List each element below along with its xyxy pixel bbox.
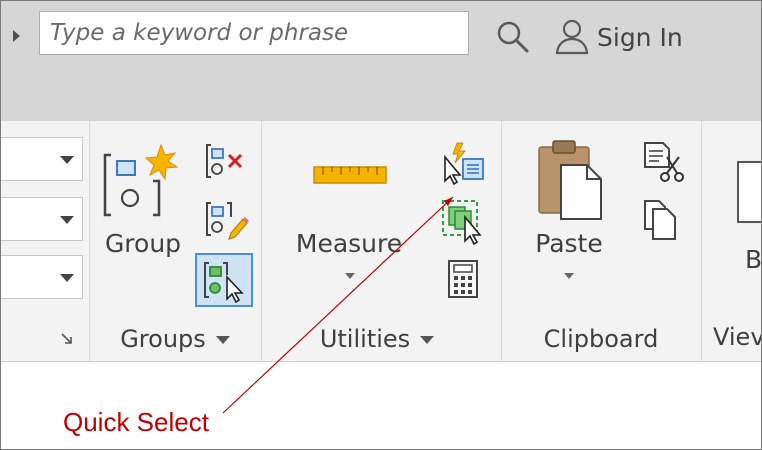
calculator-icon[interactable]	[447, 259, 481, 299]
user-icon	[555, 19, 589, 55]
panel-separator	[701, 121, 702, 361]
ungroup-icon[interactable]	[205, 141, 247, 183]
paste-button-label: Paste	[535, 229, 603, 258]
dialog-launcher-icon[interactable]	[59, 331, 75, 347]
sign-in-button[interactable]: Sign In	[555, 15, 683, 59]
groups-panel-label-text: Groups	[120, 325, 206, 353]
view-button-partial[interactable]	[737, 161, 761, 223]
title-bar: Sign In	[1, 1, 761, 121]
panel-separator	[261, 121, 262, 361]
group-select-icon	[204, 262, 244, 303]
clipboard-paste-icon	[538, 140, 602, 220]
chevron-down-icon	[60, 156, 74, 164]
panel-separator	[501, 121, 502, 361]
sign-in-label: Sign In	[597, 22, 683, 52]
group-button-label: Group	[104, 229, 182, 258]
search-input[interactable]	[39, 11, 469, 55]
group-select-button[interactable]	[195, 253, 253, 307]
utilities-panel-label[interactable]: Utilities	[297, 323, 457, 355]
property-dropdown-3[interactable]	[1, 255, 83, 299]
cut-icon[interactable]	[641, 141, 685, 183]
view-button-label-partial: B	[745, 245, 762, 274]
property-dropdown-1[interactable]	[1, 137, 83, 181]
paste-button[interactable]: Paste	[527, 137, 611, 287]
group-create-icon	[103, 143, 179, 217]
utilities-panel-label-text: Utilities	[319, 325, 411, 353]
panel-separator	[89, 121, 90, 361]
ribbon-divider	[1, 361, 761, 362]
quick-select-icon[interactable]	[441, 141, 487, 185]
copy-icon[interactable]	[643, 199, 679, 241]
app-window: Sign In Group	[0, 0, 762, 450]
chevron-down-icon	[564, 273, 574, 279]
search-icon[interactable]	[495, 19, 531, 55]
group-edit-icon[interactable]	[205, 199, 249, 241]
groups-panel-label[interactable]: Groups	[101, 323, 249, 355]
measure-button[interactable]: Measure	[283, 151, 415, 291]
chevron-down-icon	[60, 274, 74, 282]
property-dropdown-2[interactable]	[1, 197, 83, 241]
chevron-down-icon	[60, 216, 74, 224]
quick-select-annotation: Quick Select	[63, 407, 209, 437]
measure-button-label: Measure	[295, 229, 403, 258]
ruler-icon	[313, 166, 387, 184]
chevron-down-icon	[345, 273, 355, 279]
clipboard-panel-label[interactable]: Clipboard	[521, 323, 681, 355]
view-panel-label-partial[interactable]: Viev	[713, 323, 761, 351]
clipboard-panel-label-text: Clipboard	[543, 325, 659, 353]
chevron-down-icon	[420, 336, 435, 344]
expand-arrow-icon[interactable]	[13, 30, 20, 42]
group-button[interactable]: Group	[99, 137, 189, 277]
select-similar-icon[interactable]	[441, 199, 487, 245]
chevron-down-icon	[215, 336, 230, 344]
